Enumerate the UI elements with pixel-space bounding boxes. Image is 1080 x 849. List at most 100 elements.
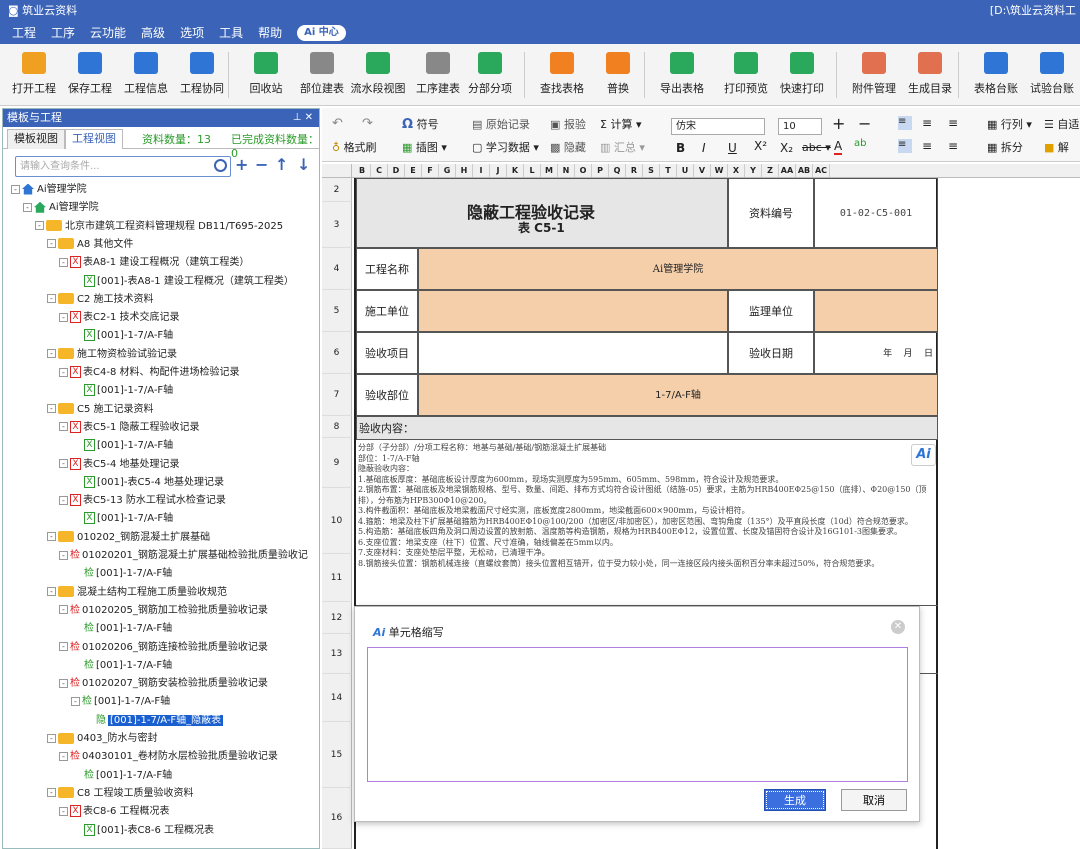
- collapse-toggle-icon[interactable]: -: [59, 605, 68, 615]
- row-header[interactable]: 11: [322, 554, 352, 602]
- summary-button[interactable]: ▥ 汇总 ▾: [600, 139, 645, 155]
- collapse-toggle-icon[interactable]: -: [59, 751, 68, 761]
- column-header[interactable]: K: [507, 164, 524, 177]
- collapse-toggle-icon[interactable]: -: [71, 696, 80, 706]
- tree-node[interactable]: - X 表C2-1 技术交底记录: [59, 309, 180, 327]
- collapse-toggle-icon[interactable]: -: [59, 678, 68, 688]
- tree-node[interactable]: - 检 01020206_钢筋连接检验批质量验收记录: [59, 639, 268, 657]
- tree-node[interactable]: - 北京市建筑工程资料管理规程 DB11/T695-2025: [35, 218, 283, 236]
- column-header[interactable]: E: [405, 164, 422, 177]
- tree-node[interactable]: - X 表C5-13 防水工程试水检查记录: [59, 492, 226, 510]
- generate-toc-button[interactable]: 生成目录: [900, 50, 960, 102]
- column-header[interactable]: X: [728, 164, 745, 177]
- font-size-select[interactable]: 10: [778, 118, 822, 135]
- column-header[interactable]: H: [456, 164, 473, 177]
- tree-node[interactable]: - 检 01020201_钢筋混凝土扩展基础检验批质量验收记: [59, 547, 308, 565]
- ai-center-button[interactable]: Ai 中心: [297, 25, 346, 41]
- pin-close-icons[interactable]: ⊥ ✕: [293, 109, 313, 127]
- menu-item-0[interactable]: 工程: [12, 22, 36, 44]
- format-brush-button[interactable]: ♁ 格式刷: [332, 139, 377, 155]
- column-header[interactable]: B: [354, 164, 371, 177]
- tree-node[interactable]: - X 表A8-1 建设工程概况（建筑工程类）: [59, 254, 249, 272]
- column-header[interactable]: T: [660, 164, 677, 177]
- tree-node[interactable]: - 0403_防水与密封: [47, 730, 157, 748]
- column-header[interactable]: G: [439, 164, 456, 177]
- bold-icon[interactable]: B: [676, 141, 685, 155]
- column-header[interactable]: Z: [762, 164, 779, 177]
- column-header[interactable]: W: [711, 164, 728, 177]
- hide-button[interactable]: ▩ 隐藏: [550, 139, 586, 155]
- tree-node[interactable]: 检 [001]-1-7/A-F轴: [71, 657, 172, 675]
- undo-icon[interactable]: ↶: [332, 116, 343, 131]
- decrease-font-icon[interactable]: −: [858, 114, 871, 133]
- replace-button[interactable]: 普换: [588, 50, 648, 102]
- inspection-date-value[interactable]: 年 月 日: [814, 332, 938, 374]
- column-header[interactable]: S: [643, 164, 660, 177]
- abbreviation-input[interactable]: [367, 647, 908, 782]
- collapse-toggle-icon[interactable]: -: [59, 257, 68, 267]
- collapse-toggle-icon[interactable]: -: [47, 788, 56, 798]
- strikethrough-icon[interactable]: abc ▾: [802, 141, 831, 154]
- column-header[interactable]: C: [371, 164, 388, 177]
- row-header[interactable]: 12: [322, 602, 352, 634]
- column-header[interactable]: L: [524, 164, 541, 177]
- collapse-toggle-icon[interactable]: -: [47, 587, 56, 597]
- rowcol-button[interactable]: ▦ 行列 ▾: [987, 116, 1032, 132]
- italic-icon[interactable]: I: [702, 141, 706, 155]
- menu-item-1[interactable]: 工序: [51, 22, 75, 44]
- tree-node[interactable]: - 混凝土结构工程施工质量验收规范: [47, 584, 227, 602]
- project-info-button[interactable]: 工程信息: [116, 50, 176, 102]
- font-color-icon[interactable]: A: [834, 139, 843, 155]
- menu-item-6[interactable]: 帮助: [258, 22, 282, 44]
- tree-node[interactable]: - X 表C8-6 工程概况表: [59, 803, 170, 821]
- tree-node[interactable]: - X 表C5-1 隐蔽工程验收记录: [59, 419, 200, 437]
- supervision-unit-value[interactable]: [814, 290, 938, 332]
- column-header[interactable]: M: [541, 164, 558, 177]
- tree-node[interactable]: X [001]-表C5-4 地基处理记录: [71, 474, 224, 492]
- project-collab-button[interactable]: 工程协同: [172, 50, 232, 102]
- column-header[interactable]: D: [388, 164, 405, 177]
- collapse-toggle-icon[interactable]: -: [59, 495, 68, 505]
- save-project-button[interactable]: 保存工程: [60, 50, 120, 102]
- column-header[interactable]: AC: [813, 164, 830, 177]
- close-icon[interactable]: ✕: [891, 620, 905, 634]
- tree-node[interactable]: 隐 [001]-1-7/A-F轴_隐蔽表: [83, 712, 224, 730]
- wrap-text-icon[interactable]: ab: [854, 138, 866, 149]
- tree-node[interactable]: 检 [001]-1-7/A-F轴: [71, 767, 172, 785]
- project-name-value[interactable]: Ai管理学院: [418, 248, 938, 290]
- search-input[interactable]: 请输入查询条件...: [15, 156, 231, 177]
- collapse-toggle-icon[interactable]: -: [47, 733, 56, 743]
- column-header[interactable]: Q: [609, 164, 626, 177]
- row-header[interactable]: 14: [322, 674, 352, 722]
- underline-icon[interactable]: U: [728, 141, 737, 155]
- column-header[interactable]: P: [592, 164, 609, 177]
- tree-node[interactable]: - 检 01020207_钢筋安装检验批质量验收记录: [59, 675, 268, 693]
- insert-image-button[interactable]: ▦ 插图 ▾: [402, 139, 447, 155]
- tree-node[interactable]: - A8 其他文件: [47, 236, 133, 254]
- column-header[interactable]: I: [473, 164, 490, 177]
- recycle-bin-button[interactable]: 回收站: [236, 50, 296, 102]
- row-header[interactable]: 9: [322, 438, 352, 488]
- split-button[interactable]: ▦ 拆分: [987, 139, 1023, 155]
- column-header[interactable]: AA: [779, 164, 796, 177]
- find-table-button[interactable]: 查找表格: [532, 50, 592, 102]
- column-header[interactable]: R: [626, 164, 643, 177]
- row-header[interactable]: 16: [322, 788, 352, 849]
- tree-node[interactable]: - X 表C5-4 地基处理记录: [59, 456, 180, 474]
- inspection-item-value[interactable]: [418, 332, 728, 374]
- align-bottom-icon[interactable]: ≡: [948, 116, 958, 130]
- column-header[interactable]: J: [490, 164, 507, 177]
- collapse-toggle-icon[interactable]: -: [23, 202, 32, 212]
- move-down-icon[interactable]: ↓: [297, 155, 310, 174]
- tree-node[interactable]: - C5 施工记录资料: [47, 401, 154, 419]
- row-header[interactable]: 7: [322, 374, 352, 416]
- symbol-button[interactable]: Ω 符号: [402, 116, 439, 132]
- tab-project-view[interactable]: 工程视图: [65, 129, 123, 149]
- collapse-toggle-icon[interactable]: -: [59, 367, 68, 377]
- tree-node[interactable]: - 检 01020205_钢筋加工检验批质量验收记录: [59, 602, 268, 620]
- collapse-toggle-icon[interactable]: -: [59, 806, 68, 816]
- increase-font-icon[interactable]: +: [832, 114, 845, 133]
- tree-node[interactable]: - Ai管理学院: [23, 199, 99, 217]
- open-project-button[interactable]: 打开工程: [4, 50, 64, 102]
- inspection-content-text[interactable]: 分部（子分部）/分项工程名称：地基与基础/基础/钢筋混凝土扩展基础 部位：1-7…: [358, 443, 938, 605]
